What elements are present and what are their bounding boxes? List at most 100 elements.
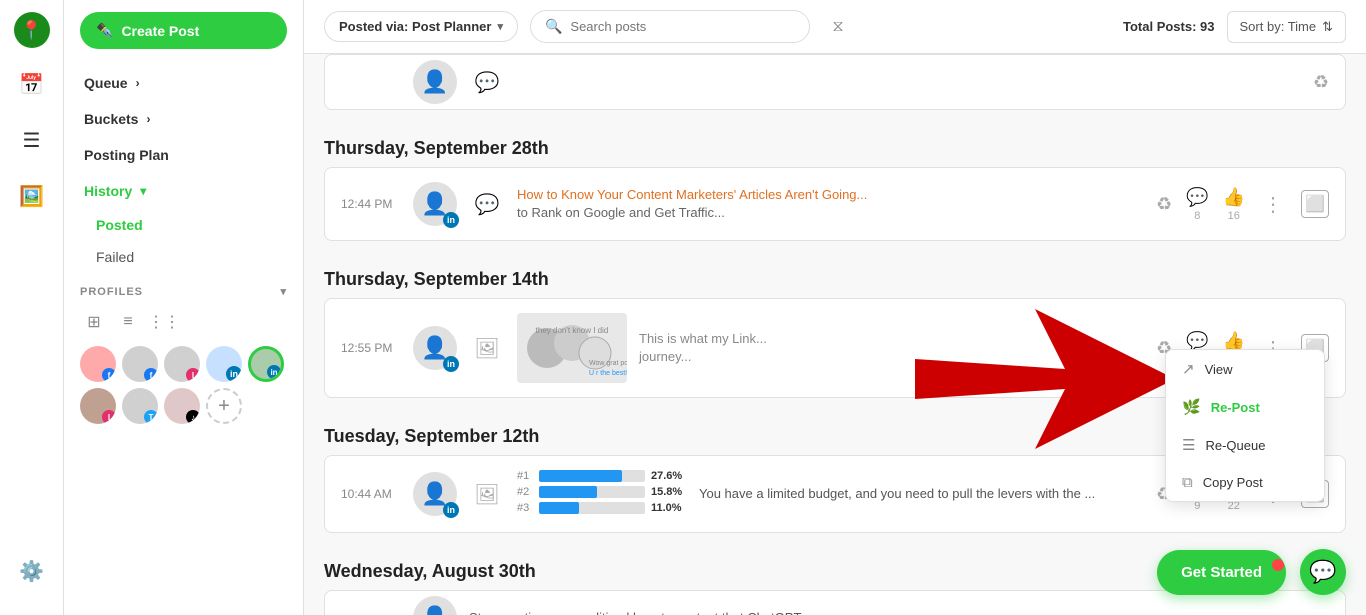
grid-view-btn[interactable]: ⊞ [80, 308, 108, 336]
profile-avatar-5[interactable]: in [248, 346, 284, 382]
feather-icon: ✒️ [96, 22, 113, 39]
likes-action-sep28[interactable]: 👍 16 [1223, 187, 1245, 222]
add-profile-button[interactable]: + [206, 388, 242, 424]
posted-label: Posted [96, 217, 143, 233]
list-view-btn[interactable]: ≡ [114, 308, 142, 336]
context-menu-view[interactable]: ↗ View [1166, 350, 1324, 388]
sidebar-item-buckets-label: Buckets [84, 111, 138, 127]
bar-track-2 [539, 486, 645, 498]
posted-via-filter[interactable]: Posted via: Post Planner ▾ [324, 11, 518, 42]
svg-text:they don't know I did: they don't know I did [536, 326, 609, 335]
get-started-button[interactable]: Get Started [1157, 550, 1286, 595]
sidebar-sub-item-posted[interactable]: Posted [64, 209, 303, 241]
top-bar: Posted via: Post Planner ▾ 🔍 ⧖ Total Pos… [304, 0, 1366, 54]
profiles-chevron[interactable]: ▾ [280, 285, 287, 298]
sidebar-item-posting-plan[interactable]: Posting Plan [64, 137, 303, 173]
copy-icon: ⧉ [1182, 474, 1193, 491]
bar-row-2: #2 15.8% [517, 486, 687, 498]
icon-bar: 📍 📅 ☰ 🖼️ ⚙️ [0, 0, 64, 615]
filter-sliders-icon[interactable]: ⧖ [822, 11, 854, 43]
nav-icon-settings[interactable]: ⚙️ [12, 551, 52, 591]
profile-avatar-7[interactable]: T [122, 388, 158, 424]
chat-button[interactable]: 💬 [1300, 549, 1346, 595]
nav-icon-list[interactable]: ☰ [12, 120, 52, 160]
nav-icon-image[interactable]: 🖼️ [12, 176, 52, 216]
search-input[interactable] [570, 19, 795, 34]
bar-fill-1 [539, 470, 622, 482]
post-square-sep28[interactable]: ⬜ [1301, 190, 1329, 218]
post-time-sep12: 10:44 AM [341, 487, 401, 501]
nav-icon-calendar[interactable]: 📅 [12, 64, 52, 104]
post-actions-sep28: ♻ 💬 8 👍 16 ⋮ ⬜ [1156, 187, 1329, 222]
profiles-title: PROFILES [80, 286, 143, 298]
date-header-sep14: Thursday, September 14th [324, 253, 1346, 298]
post-content-sep28: How to Know Your Content Marketers' Arti… [517, 186, 1144, 222]
post-text-line1-sep28: How to Know Your Content Marketers' Arti… [517, 186, 1144, 204]
post-avatar-partial: 👤 [413, 60, 457, 104]
profile-avatar-4[interactable]: ✓ in [206, 346, 242, 382]
bar-pct-3: 11.0% [651, 502, 687, 514]
context-menu-copy[interactable]: ⧉ Copy Post [1166, 464, 1324, 501]
sidebar: ✒️ Create Post Queue › Buckets › Posting… [64, 0, 304, 615]
filter-label: Posted via: Post Planner [339, 19, 491, 34]
sidebar-item-queue-label: Queue [84, 75, 128, 91]
copy-label: Copy Post [1203, 475, 1263, 490]
compact-view-btn[interactable]: ⋮⋮ [148, 308, 176, 336]
bar-track-1 [539, 470, 645, 482]
post-avatar-sep14: 👤 in [413, 326, 457, 370]
sort-by-button[interactable]: Sort by: Time ⇅ [1227, 11, 1346, 43]
profile-avatar-3[interactable]: I [164, 346, 200, 382]
app-logo[interactable]: 📍 [14, 12, 50, 48]
post-type-icon-sep28: 💬 [469, 186, 505, 222]
post-type-icon-sep14: 🖼 [469, 330, 505, 366]
post-text-sep14: This is what my Link... [639, 330, 1144, 348]
sidebar-item-buckets[interactable]: Buckets › [64, 101, 303, 137]
post-time-sep14: 12:55 PM [341, 341, 401, 355]
buckets-chevron: › [146, 112, 150, 126]
sidebar-item-history[interactable]: History ▾ [64, 173, 303, 209]
bar-label-3: #3 [517, 502, 533, 514]
post-card-partial-top: 👤 💬 ♻ [324, 54, 1346, 110]
bar-chart-sep12: #1 27.6% #2 15.8% #3 [517, 470, 687, 518]
context-menu-requeue[interactable]: ☰ Re-Queue [1166, 426, 1324, 464]
profile-avatar-1[interactable]: f [80, 346, 116, 382]
profile-avatar-2[interactable]: f [122, 346, 158, 382]
create-post-button[interactable]: ✒️ Create Post [80, 12, 287, 49]
context-menu-repost[interactable]: 🌿 Re-Post [1166, 388, 1324, 426]
three-dots-sep28[interactable]: ⋮ [1259, 188, 1287, 221]
profiles-label: PROFILES ▾ [80, 285, 287, 298]
search-icon: 🔍 [545, 18, 562, 35]
recycle-partial[interactable]: ♻ [1313, 72, 1329, 93]
get-started-label: Get Started [1181, 564, 1262, 581]
post-content-sep14: This is what my Link... journey... [639, 330, 1144, 366]
svg-text:Wow grat post: Wow grat post [589, 360, 627, 367]
main-content: Posted via: Post Planner ▾ 🔍 ⧖ Total Pos… [304, 0, 1366, 615]
sidebar-item-posting-plan-label: Posting Plan [84, 147, 169, 163]
linkedin-badge-sep28: in [443, 212, 459, 228]
icon-bar-top: 📍 📅 ☰ 🖼️ [12, 12, 52, 543]
bar-track-3 [539, 502, 645, 514]
profile-avatar-8[interactable]: ♪ [164, 388, 200, 424]
sidebar-item-queue[interactable]: Queue › [64, 65, 303, 101]
post-avatar-aug30: 👤 [413, 596, 457, 615]
filter-chevron: ▾ [497, 20, 503, 33]
sidebar-item-history-label: History [84, 183, 132, 199]
posts-area: 👤 💬 ♻ Thursday, September 28th 12:44 PM … [304, 54, 1366, 615]
recycle-icon-sep28[interactable]: ♻ [1156, 194, 1172, 215]
view-label: View [1205, 362, 1233, 377]
post-text-line2-sep28: to Rank on Google and Get Traffic... [517, 204, 1144, 222]
post-content-sep12: You have a limited budget, and you need … [699, 485, 1144, 503]
post-text-line2-sep14: journey... [639, 348, 1144, 366]
context-menu: ↗ View 🌿 Re-Post ☰ Re-Queue ⧉ Copy Post [1165, 349, 1325, 502]
post-content-aug30: Stop creating commoditized how-to conten… [469, 609, 1329, 615]
like-icon-sep28: 👍 [1223, 187, 1245, 208]
history-chevron: ▾ [140, 184, 146, 198]
bar-pct-2: 15.8% [651, 486, 687, 498]
twitter-badge: T [144, 410, 158, 424]
instagram-badge-2: I [102, 410, 116, 424]
repost-icon: 🌿 [1182, 398, 1201, 416]
comments-action-sep28[interactable]: 💬 8 [1186, 187, 1208, 222]
sidebar-sub-item-failed[interactable]: Failed [64, 241, 303, 273]
profile-avatar-6[interactable]: I [80, 388, 116, 424]
post-time-sep28: 12:44 PM [341, 197, 401, 211]
